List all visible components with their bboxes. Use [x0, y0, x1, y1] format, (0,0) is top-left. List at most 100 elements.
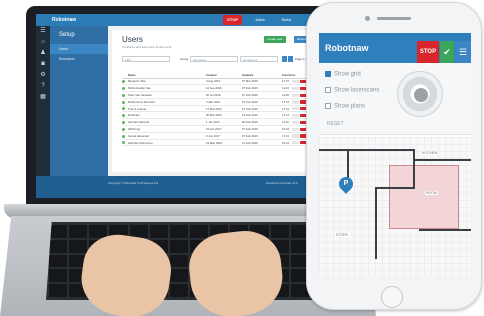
- floor-map[interactable]: P KITCHEN ROOM STORE: [319, 137, 471, 277]
- user-name-cell: Benjamin Tata: [128, 78, 206, 86]
- joystick-control[interactable]: [397, 71, 443, 117]
- settings-icon[interactable]: ⚙: [36, 70, 50, 81]
- user-name-cell: Tina Ji Joanna: [128, 105, 206, 113]
- filter-input[interactable]: Filter: [122, 56, 170, 62]
- pin-label: P: [343, 180, 349, 187]
- speaker-icon: [377, 17, 411, 20]
- map-wall: [419, 229, 471, 231]
- created-date-cell: 3 Aug 2016: [206, 78, 242, 86]
- robot-icon[interactable]: ◙: [36, 59, 50, 70]
- home-icon[interactable]: ⌂: [36, 37, 50, 48]
- user-status-icon: [122, 86, 125, 90]
- checkbox-icon[interactable]: [325, 87, 331, 93]
- keyboard-key: [169, 225, 188, 238]
- edit-user-button[interactable]: [292, 107, 299, 111]
- edit-user-button[interactable]: [292, 141, 299, 145]
- updated-date-cell: 07 Feb 2016: [242, 105, 282, 113]
- keyboard-key: [169, 269, 188, 283]
- table-row[interactable]: Haruhko Shimzuma 23 May 2016 21 Feb 2016 15…: [122, 139, 322, 147]
- table-row[interactable]: Micha Hoefler Aas 12 Aug 2016 07 Feb 2016 1…: [122, 84, 322, 93]
- main-content: Users Configure and add users to this ro…: [108, 26, 334, 176]
- edit-user-button[interactable]: [291, 120, 299, 125]
- sidebar: ☰ ⌂ ♟ ◙ ⚙ ? ▦: [36, 26, 50, 176]
- subnav-item-emulators[interactable]: Emulators: [50, 54, 108, 64]
- location-pin-icon[interactable]: P: [336, 174, 356, 194]
- phone-screen: Robotnaw STOP ✔ ☰ Show grid Show lasersc…: [319, 33, 471, 277]
- home-button[interactable]: [381, 286, 403, 308]
- edit-user-button[interactable]: [292, 134, 299, 138]
- phone: Robotnaw STOP ✔ ☰ Show grid Show lasersc…: [306, 2, 482, 310]
- hamburger-menu-icon[interactable]: ☰: [455, 41, 471, 63]
- subnav-item-users[interactable]: Users: [50, 44, 108, 54]
- table-row[interactable]: Benjamin Tata 3 Aug 2016 07 Mar 2016 17:07: [122, 78, 322, 86]
- edit-user-button[interactable]: [292, 100, 299, 104]
- prev-page-button[interactable]: [282, 56, 287, 62]
- keyboard-key: [49, 254, 68, 268]
- edit-user-button[interactable]: [292, 80, 299, 84]
- updated-date-cell: 07 Feb 2016: [242, 91, 282, 99]
- edit-user-button[interactable]: [292, 127, 299, 131]
- user-name-cell: Farida Hanumall: [128, 132, 206, 140]
- edit-user-button[interactable]: [291, 86, 299, 91]
- created-date-cell: 3 Mar 2016: [206, 98, 242, 106]
- group-select[interactable]: All groups: [190, 56, 238, 62]
- phone-brand[interactable]: Robotnaw: [325, 43, 369, 53]
- map-label: ROOM: [425, 191, 438, 195]
- keyboard-key: [169, 254, 188, 268]
- created-date-cell: 23 Jan 2017: [206, 125, 242, 133]
- phone-header: Robotnaw STOP ✔ ☰: [319, 33, 471, 63]
- table-row[interactable]: Will Dung 23 Jan 2017 07 Feb 2016 15:22: [122, 125, 322, 133]
- created-date-cell: 23 May 2016: [206, 139, 242, 147]
- user-icon[interactable]: ♟: [36, 48, 50, 59]
- help-icon[interactable]: ?: [36, 81, 50, 92]
- setup-subnav: Setup Users Emulators: [50, 26, 108, 176]
- table-row[interactable]: Martin Dunn-Rennard 3 Mar 2016 07 Feb 2016…: [122, 98, 322, 106]
- option-show-laserscans[interactable]: Show laserscans: [325, 87, 379, 94]
- checkbox-checked-icon[interactable]: [325, 71, 331, 77]
- checkbox-icon[interactable]: [325, 103, 331, 109]
- keyboard-key: [49, 284, 68, 297]
- page-subtitle: Configure and add users to this robot: [122, 45, 172, 49]
- keyboard-key: [49, 239, 68, 253]
- edit-user-button[interactable]: [292, 114, 299, 118]
- created-date-cell: 3 Jun 2017: [206, 132, 242, 140]
- subnav-title: Setup: [59, 32, 75, 38]
- table-row[interactable]: Farida Hanumall 3 Jun 2017 07 Feb 2016 17:0…: [122, 132, 322, 140]
- keyboard-key: [169, 284, 188, 297]
- footer-version: Robotnaw Controller v3.0: [266, 181, 298, 185]
- brand-logo[interactable]: Robotnaw: [52, 17, 76, 23]
- grid-icon[interactable]: ▦: [36, 92, 50, 103]
- option-show-plans[interactable]: Show plans: [325, 103, 365, 110]
- menu-icon[interactable]: ☰: [36, 26, 50, 37]
- updated-time: 17:01: [282, 133, 289, 138]
- user-status-icon: [122, 93, 125, 97]
- user-status-icon: [122, 120, 125, 124]
- phone-stop-button[interactable]: STOP: [417, 41, 439, 63]
- users-table: Name Created Updated Functions Benjamin …: [122, 72, 322, 147]
- check-icon[interactable]: ✔: [440, 41, 454, 63]
- filter-row: Filter Group All groups All devices Page…: [122, 56, 322, 63]
- keyboard-key: [270, 225, 289, 238]
- next-page-button[interactable]: [288, 56, 293, 62]
- restricted-zone[interactable]: [389, 165, 459, 229]
- table-row[interactable]: Hennah Harcourt 1 Jan 2017 05 Feb 2016 11:3…: [122, 118, 322, 127]
- stop-button[interactable]: STOP: [223, 15, 242, 25]
- table-row[interactable]: Ed Rutter 30 Mar 2016 23 Feb 2016 17:12: [122, 111, 322, 120]
- edit-user-button[interactable]: [291, 93, 299, 97]
- map-wall: [413, 149, 415, 189]
- device-select[interactable]: All devices: [240, 56, 278, 62]
- updated-time: 17:12: [282, 99, 289, 104]
- table-row[interactable]: Peter van Gestelen 20 Jul 2016 07 Feb 2016…: [122, 91, 322, 99]
- group-label: Group: [180, 57, 189, 61]
- updated-date-cell: 07 Feb 2016: [242, 84, 282, 93]
- create-user-button[interactable]: Create user: [264, 36, 286, 43]
- table-row[interactable]: Tina Ji Joanna 17 Mar 2016 07 Feb 2016 17:1…: [122, 105, 322, 113]
- topbar-active-menu[interactable]: Active: [252, 14, 268, 26]
- user-status-icon: [122, 114, 125, 118]
- option-show-grid[interactable]: Show grid: [325, 71, 361, 78]
- updated-time: 15:22: [282, 126, 289, 131]
- reset-button[interactable]: RESET: [327, 121, 344, 127]
- topbar-robot-menu[interactable]: Robot: [279, 14, 294, 26]
- joystick-knob[interactable]: [414, 88, 428, 102]
- updated-date-cell: 07 Feb 2016: [242, 98, 282, 106]
